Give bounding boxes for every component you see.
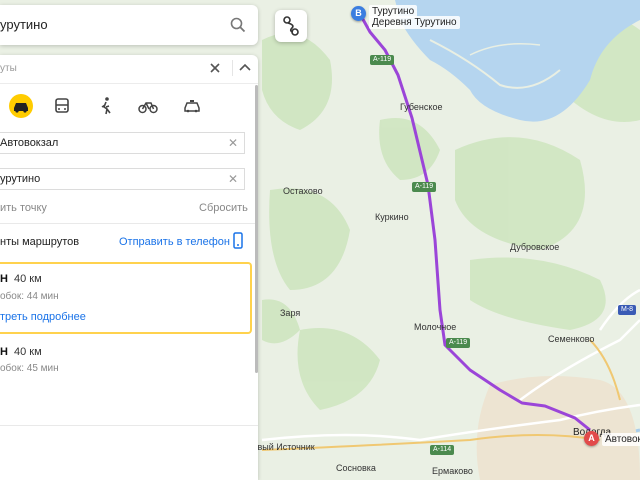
place-label: Дубровское <box>510 242 560 252</box>
mode-walk-button[interactable] <box>95 95 117 117</box>
phone-icon[interactable] <box>231 231 245 251</box>
add-point-link[interactable]: ить точку <box>0 202 47 214</box>
route-to-value: урутино <box>0 173 41 185</box>
search-input[interactable]: урутино <box>0 17 48 32</box>
route-to-field[interactable]: урутино ✕ <box>0 168 245 190</box>
route-option[interactable]: Н 40 км обок: 45 мин <box>0 339 252 389</box>
place-label: Семенково <box>548 334 595 344</box>
route-variants-label: нты маршрутов <box>0 236 80 248</box>
route-point-a-marker[interactable]: A <box>584 431 599 446</box>
place-label: Заря <box>280 308 301 318</box>
mode-car-button[interactable] <box>9 94 33 118</box>
reset-link[interactable]: Сбросить <box>199 202 248 214</box>
place-label: Ермаково <box>432 466 473 476</box>
car-icon <box>14 103 28 113</box>
route-details-link[interactable]: треть подробнее <box>0 311 86 323</box>
place-label: Молочное <box>414 322 457 332</box>
routes-button[interactable] <box>275 10 307 42</box>
bike-icon <box>138 102 158 114</box>
panel-header: уты <box>0 55 258 84</box>
road-badge: А-119 <box>370 55 395 65</box>
place-label: Куркино <box>375 212 409 222</box>
taxi-icon <box>184 100 200 113</box>
search-bar[interactable]: урутино <box>0 5 258 45</box>
transport-modes <box>0 91 258 121</box>
road-badge: М-8 <box>618 305 637 315</box>
route-point-b-marker[interactable]: B <box>351 6 366 21</box>
route-from-value: Автовокзал <box>0 137 59 149</box>
route-distance: 40 км <box>14 273 42 285</box>
mode-taxi-button[interactable] <box>181 95 203 117</box>
route-traffic-time: обок: 45 мин <box>0 363 59 374</box>
panel-title: уты <box>0 63 17 74</box>
route-from-field[interactable]: Автовокзал ✕ <box>0 132 245 154</box>
route-time: Н <box>0 273 8 285</box>
send-to-phone-link[interactable]: Отправить в телефон <box>119 236 230 248</box>
place-label: Сосновка <box>336 463 376 473</box>
bus-icon <box>55 98 69 113</box>
close-icon[interactable] <box>208 61 222 75</box>
panel-scrollbar[interactable] <box>255 85 258 373</box>
clear-to-icon[interactable]: ✕ <box>228 172 238 186</box>
divider <box>0 223 258 224</box>
routes-panel: уты Автовокзал ✕ урутино ✕ ить точку Сбр… <box>0 55 258 480</box>
mode-bike-button[interactable] <box>137 95 159 117</box>
road-badge: А-114 <box>430 445 455 455</box>
divider <box>0 425 258 426</box>
road-badge: А-119 <box>412 182 437 192</box>
route-point-b-sublabel: Деревня Турутино <box>369 16 460 29</box>
clear-from-icon[interactable]: ✕ <box>228 136 238 150</box>
place-label: Остахово <box>283 186 323 196</box>
route-time: Н <box>0 346 8 358</box>
search-icon[interactable] <box>230 17 246 33</box>
mode-bus-button[interactable] <box>51 95 73 117</box>
place-label: Губенское <box>400 102 443 112</box>
chevron-up-icon[interactable] <box>232 60 253 76</box>
road-badge: А-119 <box>446 338 471 348</box>
route-icon <box>283 16 299 36</box>
route-point-a-label: Автовок <box>602 433 640 446</box>
route-option[interactable]: Н 40 км обок: 44 мин треть подробнее <box>0 262 252 334</box>
walk-icon <box>101 97 111 115</box>
route-traffic-time: обок: 44 мин <box>0 291 59 302</box>
route-distance: 40 км <box>14 346 42 358</box>
